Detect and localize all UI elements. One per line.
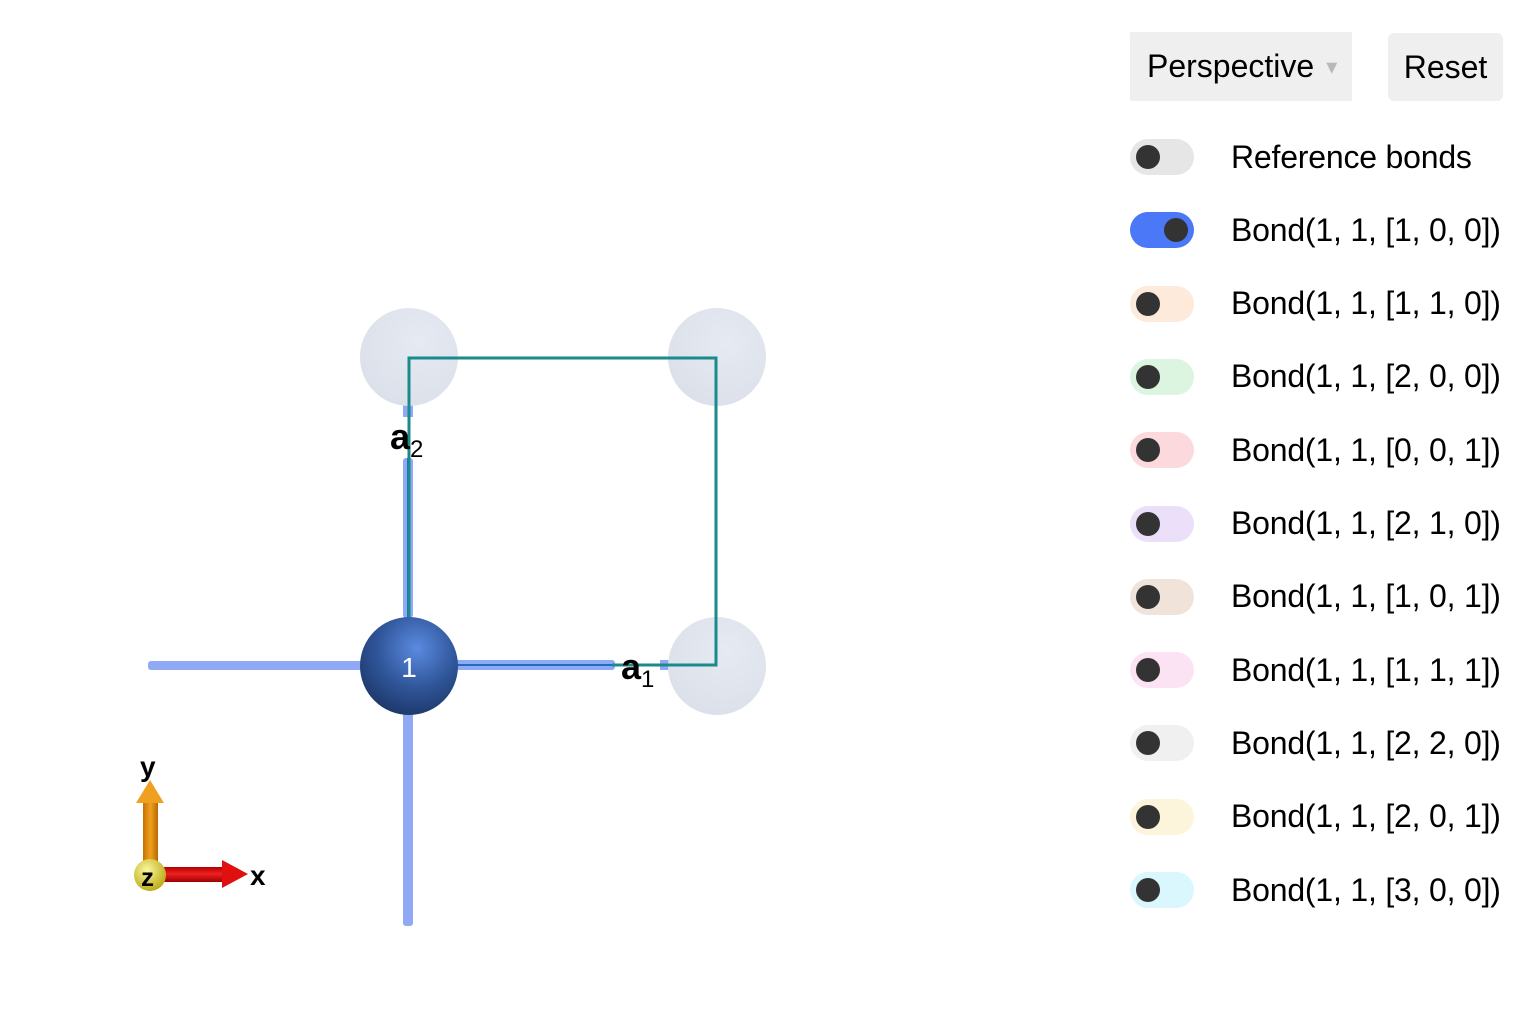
scene-canvas[interactable]: 1 a1 a2 x y z [0, 0, 1100, 1024]
toggle-row-bond: Bond(1, 1, [1, 1, 1]) [1130, 650, 1530, 690]
toggle-row-reference-bonds: Reference bonds [1130, 137, 1530, 177]
atom-1-label: 1 [401, 652, 417, 683]
toggle-switch[interactable] [1130, 432, 1194, 469]
toggle-switch[interactable] [1130, 139, 1194, 175]
axis-y-head [136, 780, 164, 803]
svg-text:a2: a2 [390, 416, 423, 463]
toggle-knob [1164, 218, 1188, 243]
toggle-label: Bond(1, 1, [2, 0, 1]) [1231, 798, 1501, 835]
toggle-row-bond: Bond(1, 1, [1, 0, 1]) [1130, 577, 1530, 617]
toggle-switch[interactable] [1130, 798, 1194, 835]
toggle-switch[interactable] [1130, 872, 1194, 908]
toggle-switch[interactable] [1130, 578, 1194, 615]
bond-left [148, 661, 363, 670]
toggle-label: Bond(1, 1, [1, 1, 1]) [1231, 651, 1501, 688]
axis-x-head [222, 860, 248, 888]
toggle-label: Reference bonds [1231, 138, 1472, 175]
toggle-label: Bond(1, 1, [1, 0, 0]) [1231, 211, 1501, 248]
toggle-label: Bond(1, 1, [1, 0, 1]) [1231, 578, 1501, 615]
toggle-switch[interactable] [1130, 212, 1194, 249]
toggle-switch[interactable] [1130, 285, 1194, 322]
toggle-switch[interactable] [1130, 725, 1194, 762]
toggle-knob [1136, 658, 1160, 683]
toggle-switch[interactable] [1130, 505, 1194, 542]
toggle-knob [1136, 584, 1160, 609]
toggle-row-bond: Bond(1, 1, [3, 0, 0]) [1130, 870, 1530, 910]
projection-select-value: Perspective [1147, 48, 1315, 84]
toggle-label: Bond(1, 1, [2, 1, 0]) [1231, 505, 1501, 541]
toggle-row-bond: Bond(1, 1, [2, 0, 1]) [1130, 797, 1530, 837]
toggle-knob [1136, 438, 1160, 463]
toggle-label: Bond(1, 1, [1, 1, 0]) [1231, 285, 1501, 322]
toggle-row-bond: Bond(1, 1, [0, 0, 1]) [1130, 430, 1530, 470]
toolbar: Perspective ▾ Reset [1130, 32, 1530, 102]
toggle-label: Bond(1, 1, [3, 0, 0]) [1231, 871, 1501, 908]
reset-button[interactable]: Reset [1388, 33, 1503, 101]
toggle-knob [1136, 511, 1160, 536]
axis-x-label: x [250, 860, 266, 891]
toggle-knob [1136, 804, 1160, 829]
toggle-row-bond: Bond(1, 1, [2, 2, 0]) [1130, 723, 1530, 763]
lattice-label-a1: a1 [621, 646, 654, 693]
toggle-row-bond: Bond(1, 1, [1, 1, 0]) [1130, 284, 1530, 324]
toggle-knob [1136, 291, 1160, 316]
toggle-switch[interactable] [1130, 652, 1194, 689]
toggle-knob [1136, 731, 1160, 756]
unit-cell-outline [407, 356, 718, 667]
axis-y-label: y [140, 751, 156, 782]
toggle-label: Bond(1, 1, [2, 0, 0]) [1231, 358, 1501, 395]
axis-z-label: z [141, 862, 154, 892]
axes-gizmo: x y z [134, 751, 266, 892]
toggle-knob [1136, 145, 1160, 169]
structure-viewport[interactable]: 1 a1 a2 x y z [0, 0, 1100, 1024]
projection-select[interactable]: Perspective ▾ [1130, 32, 1352, 101]
toggle-label: Bond(1, 1, [2, 2, 0]) [1231, 724, 1501, 761]
control-panel: Perspective ▾ Reset Reference bonds Bond(… [1130, 32, 1530, 908]
toggle-switch[interactable] [1130, 358, 1194, 395]
toggle-label: Bond(1, 1, [0, 0, 1]) [1231, 431, 1501, 468]
toggle-row-bond: Bond(1, 1, [2, 0, 0]) [1130, 357, 1530, 397]
lattice-label-a2: a2 [390, 416, 423, 463]
toggle-row-bond: Bond(1, 1, [2, 1, 0]) [1130, 504, 1530, 544]
chevron-down-icon: ▾ [1326, 53, 1338, 79]
bond-down [403, 712, 413, 926]
toggle-knob [1136, 878, 1160, 902]
toggle-row-bond: Bond(1, 1, [1, 0, 0]) [1130, 210, 1530, 250]
toggle-knob [1136, 364, 1160, 389]
